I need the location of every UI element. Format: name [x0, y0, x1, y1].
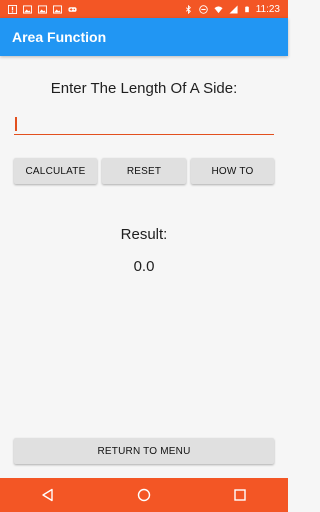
gamepad-icon	[68, 6, 77, 12]
home-icon	[137, 488, 151, 502]
result-value: 0.0	[133, 258, 155, 275]
photo-icon	[38, 4, 47, 14]
recents-button[interactable]	[220, 478, 260, 512]
side-length-input[interactable]	[14, 116, 274, 135]
wifi-icon	[214, 5, 223, 13]
result-label: Result:	[120, 226, 168, 243]
back-button[interactable]	[28, 478, 68, 512]
system-icons: 11:23	[184, 4, 288, 15]
text-cursor	[15, 117, 17, 131]
calculate-button[interactable]: CALCULATE	[14, 158, 97, 184]
battery-icon	[244, 6, 249, 12]
bluetooth-icon	[185, 4, 191, 14]
home-button[interactable]	[124, 478, 164, 512]
clock: 11:23	[255, 3, 280, 15]
status-bar: 11:23	[0, 0, 288, 18]
app-bar: Area Function	[0, 18, 288, 56]
action-buttons: CALCULATE RESET HOW TO	[14, 158, 274, 184]
photo-icon	[53, 4, 62, 14]
side-length-prompt: Enter The Length Of A Side:	[50, 80, 238, 97]
signal-icon	[229, 4, 238, 14]
return-to-menu-button[interactable]: RETURN TO MENU	[14, 438, 274, 464]
app-title: Area Function	[12, 29, 107, 45]
reset-button[interactable]: RESET	[102, 158, 186, 184]
back-icon	[42, 488, 53, 502]
how-to-button[interactable]: HOW TO	[191, 158, 274, 184]
photo-icon	[23, 4, 32, 14]
alert-icon	[8, 4, 17, 14]
notification-icons	[0, 4, 77, 14]
minus-circle-icon	[198, 4, 208, 14]
navigation-bar	[0, 478, 288, 512]
recents-icon	[234, 489, 246, 501]
